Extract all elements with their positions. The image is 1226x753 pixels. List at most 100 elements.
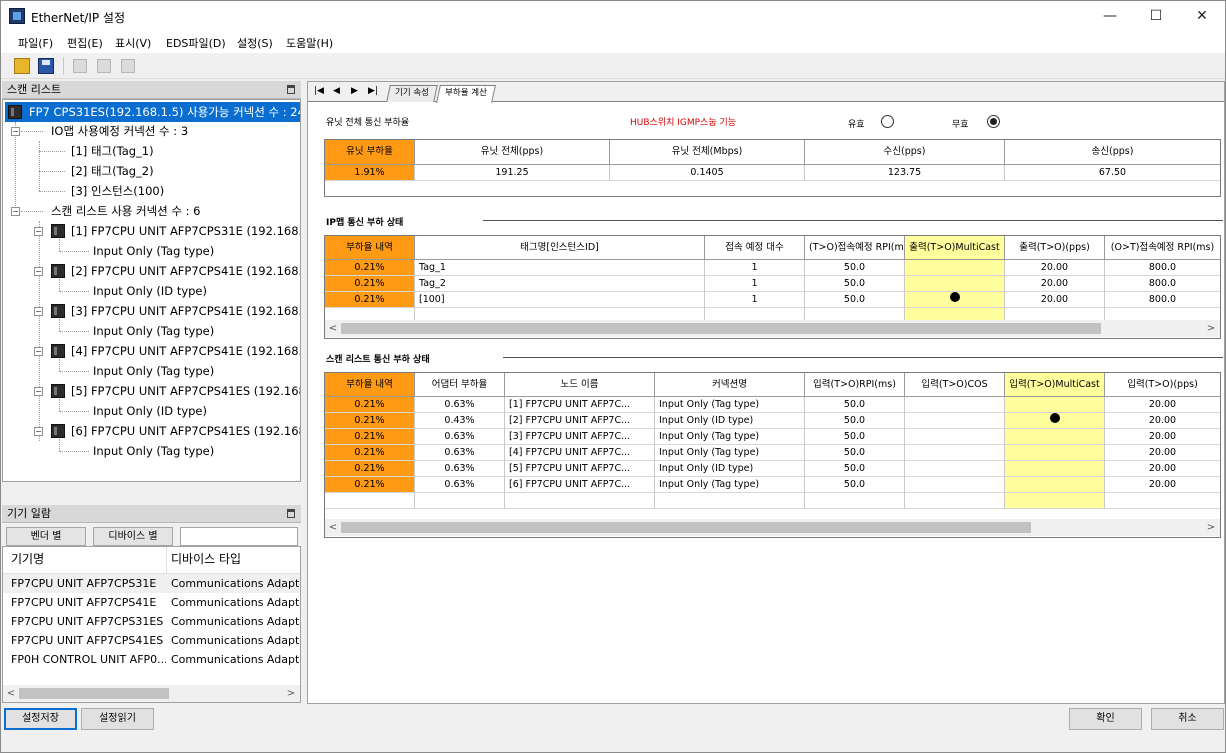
tree-connection-node[interactable]: Input Only (Tag type) xyxy=(93,441,214,461)
load-settings-button[interactable]: 설정읽기 xyxy=(81,708,154,730)
scan-hscrollbar[interactable]: < > xyxy=(325,519,1220,536)
col-device-type[interactable]: 디바이스 타입 xyxy=(171,550,299,569)
collapse-toggle[interactable]: − xyxy=(34,387,43,396)
minimize-button[interactable]: — xyxy=(1087,1,1133,31)
plc-icon xyxy=(8,105,22,119)
invalid-radio[interactable] xyxy=(987,115,1000,128)
tab-device-properties[interactable]: 기기 속성 xyxy=(386,85,438,102)
scroll-left-icon[interactable]: < xyxy=(5,687,17,700)
collapse-toggle[interactable]: − xyxy=(34,227,43,236)
valid-radio[interactable] xyxy=(881,115,894,128)
save-settings-button[interactable]: 설정저장 xyxy=(4,708,77,730)
scan-load-title: 스캔 리스트 통신 부하 상태 xyxy=(326,355,430,365)
paste-icon[interactable] xyxy=(121,59,135,73)
open-folder-icon[interactable] xyxy=(14,58,30,74)
device-name[interactable]: FP7CPU UNIT AFP7CPS41E xyxy=(11,593,166,612)
scroll-thumb[interactable] xyxy=(19,688,169,699)
menu-eds[interactable]: EDS파일(D) xyxy=(166,35,226,51)
tree-connection-node[interactable]: Input Only (ID type) xyxy=(93,401,207,421)
ok-button[interactable]: 확인 xyxy=(1069,708,1142,730)
device-name[interactable]: FP7CPU UNIT AFP7CPS41ES xyxy=(11,631,166,650)
tab-by-device[interactable]: 디바이스 별 xyxy=(93,527,173,546)
ot-rpi-cell: 800.0 xyxy=(1105,260,1220,276)
tab-device-properties-label: 기기 속성 xyxy=(395,88,429,98)
in-cos-cell xyxy=(905,477,1005,493)
last-tab-icon[interactable]: ▶| xyxy=(368,86,378,96)
tree-hscrollbar[interactable]: < > xyxy=(3,481,300,482)
tree-line xyxy=(59,331,89,332)
collapse-toggle[interactable]: − xyxy=(11,207,20,216)
multicast-dot-icon xyxy=(1049,413,1060,423)
ipmap-title: IP맵 통신 부하 상태 xyxy=(326,218,404,228)
device-list-header: 기기 일람 xyxy=(2,505,301,523)
tree-connection-node[interactable]: Input Only (ID type) xyxy=(93,281,207,301)
tree-scan-conn[interactable]: 스캔 리스트 사용 커넥션 수 : 6 xyxy=(51,201,201,221)
receive-pps-value: 123.75 xyxy=(805,165,1005,181)
device-name[interactable]: FP0H CONTROL UNIT AFP0... xyxy=(11,650,166,669)
device-list-hscrollbar[interactable]: < > xyxy=(3,685,300,702)
tree-io-item[interactable]: [1] 태그(Tag_1) xyxy=(71,141,154,161)
tree-device-node[interactable]: [5] FP7CPU UNIT AFP7CPS41ES (192.168.1.1 xyxy=(71,381,300,401)
toolbar-separator xyxy=(63,57,64,75)
cut-icon[interactable] xyxy=(73,59,87,73)
scroll-left-icon[interactable]: < xyxy=(327,322,339,335)
copy-icon[interactable] xyxy=(97,59,111,73)
scroll-right-icon[interactable]: > xyxy=(1205,322,1217,335)
col-to-rpi: (T>O)접속예정 RPI(ms) xyxy=(805,236,905,260)
tree-io-item[interactable]: [2] 태그(Tag_2) xyxy=(71,161,154,181)
scan-list-tree[interactable]: FP7 CPS31ES(192.168.1.5) 사용가능 커넥션 수 : 24… xyxy=(2,99,301,482)
in-cos-cell xyxy=(905,397,1005,413)
scroll-thumb[interactable] xyxy=(341,522,1031,533)
tab-by-vendor[interactable]: 벤더 별 xyxy=(6,527,86,546)
pin-icon[interactable] xyxy=(287,85,295,94)
menu-help[interactable]: 도움말(H) xyxy=(286,35,333,51)
prev-tab-icon[interactable]: ◀ xyxy=(333,86,340,96)
close-button[interactable]: ✕ xyxy=(1179,1,1225,31)
device-filter-box[interactable] xyxy=(180,527,298,546)
in-pps-cell: 20.00 xyxy=(1105,397,1220,413)
device-type: Communications Adapter xyxy=(171,596,300,609)
collapse-toggle[interactable]: − xyxy=(34,267,43,276)
cancel-button[interactable]: 취소 xyxy=(1151,708,1224,730)
maximize-button[interactable]: ☐ xyxy=(1133,1,1179,31)
tree-device-node[interactable]: [6] FP7CPU UNIT AFP7CPS41ES (192.168.1.1 xyxy=(71,421,300,441)
tree-connection-node[interactable]: Input Only (Tag type) xyxy=(93,361,214,381)
pin-icon[interactable] xyxy=(287,509,295,518)
scroll-right-icon[interactable]: > xyxy=(1205,521,1217,534)
unit-load-grid: 유닛 부하율 유닛 전체(pps) 유닛 전체(Mbps) 수신(pps) 송신… xyxy=(324,139,1221,197)
tree-root-node[interactable]: FP7 CPS31ES(192.168.1.5) 사용가능 커넥션 수 : 24… xyxy=(5,102,300,122)
tree-device-node[interactable]: [2] FP7CPU UNIT AFP7CPS41E (192.168.1.7) xyxy=(71,261,300,281)
unit-total-mbps-value: 0.1405 xyxy=(610,165,805,181)
device-name[interactable]: FP7CPU UNIT AFP7CPS31ES xyxy=(11,612,166,631)
menu-file[interactable]: 파일(F) xyxy=(18,35,53,51)
tree-io-item[interactable]: [3] 인스턴스(100) xyxy=(71,181,164,201)
tree-device-node[interactable]: [4] FP7CPU UNIT AFP7CPS41E (192.168.1.9) xyxy=(71,341,300,361)
to-rpi-cell: 50.0 xyxy=(805,276,905,292)
collapse-toggle[interactable]: − xyxy=(34,427,43,436)
next-tab-icon[interactable]: ▶ xyxy=(351,86,358,96)
tree-device-node[interactable]: [1] FP7CPU UNIT AFP7CPS31E (192.168.1.6) xyxy=(71,221,300,241)
menu-view[interactable]: 표시(V) xyxy=(115,35,151,51)
scroll-right-icon[interactable]: > xyxy=(285,687,297,700)
collapse-toggle[interactable]: − xyxy=(34,307,43,316)
col-load-detail: 부하율 내역 xyxy=(325,236,415,260)
col-connection-name: 커넥션명 xyxy=(655,373,805,397)
tree-line xyxy=(21,211,43,212)
tree-io-map[interactable]: IO맵 사용예정 커넥션 수 : 3 xyxy=(51,121,188,141)
first-tab-icon[interactable]: |◀ xyxy=(314,86,324,96)
menu-edit[interactable]: 편집(E) xyxy=(67,35,103,51)
scroll-left-icon[interactable]: < xyxy=(327,521,339,534)
collapse-toggle[interactable]: − xyxy=(34,347,43,356)
scroll-thumb[interactable] xyxy=(341,323,1101,334)
save-disk-icon[interactable] xyxy=(38,58,54,74)
menu-settings[interactable]: 설정(S) xyxy=(237,35,273,51)
tree-connection-node[interactable]: Input Only (Tag type) xyxy=(93,321,214,341)
node-name-cell: [6] FP7CPU UNIT AFP7C... xyxy=(505,477,655,493)
tree-device-node[interactable]: [3] FP7CPU UNIT AFP7CPS41E (192.168.1.8) xyxy=(71,301,300,321)
tree-line xyxy=(39,151,65,152)
tree-connection-node[interactable]: Input Only (Tag type) xyxy=(93,241,214,261)
col-device-name[interactable]: 기기명 xyxy=(11,550,161,569)
ipmap-hscrollbar[interactable]: < > xyxy=(325,320,1220,337)
collapse-toggle[interactable]: − xyxy=(11,127,20,136)
tab-load-calc[interactable]: 부하율 계산 xyxy=(436,85,496,103)
